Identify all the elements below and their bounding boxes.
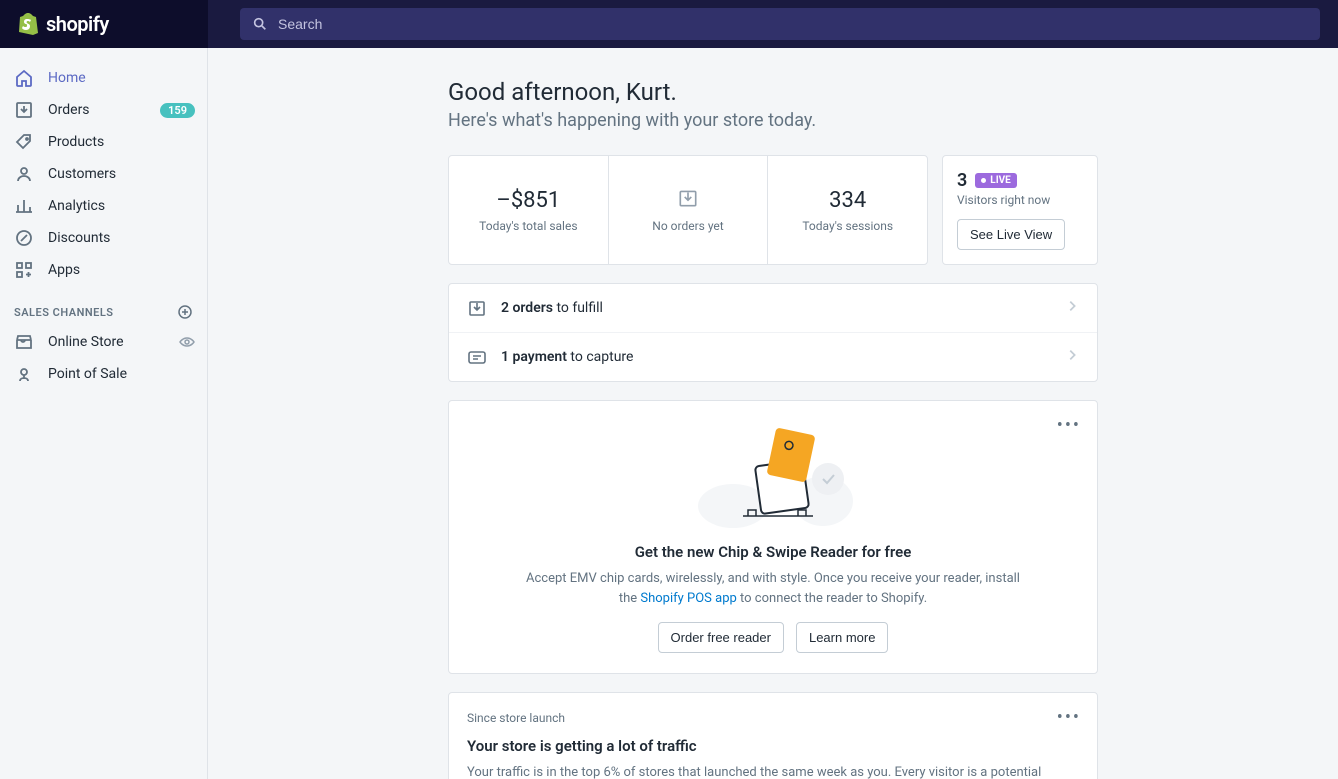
- sidebar: Home Orders 159 Products Customers Analy…: [0, 48, 208, 779]
- task-payment[interactable]: 1 payment to capture: [449, 333, 1097, 381]
- search-box[interactable]: [240, 8, 1320, 40]
- see-live-view-button[interactable]: See Live View: [957, 219, 1065, 250]
- chevron-right-icon: [1065, 299, 1079, 317]
- promo-link[interactable]: Shopify POS app: [640, 591, 736, 606]
- stat-value: –$851: [496, 188, 560, 213]
- sidebar-item-online-store[interactable]: Online Store: [0, 326, 207, 358]
- more-menu-icon[interactable]: •••: [1057, 707, 1081, 728]
- section-title: SALES CHANNELS: [14, 306, 114, 319]
- live-card: 3 LIVE Visitors right now See Live View: [942, 155, 1098, 265]
- add-channel-icon[interactable]: [177, 304, 193, 320]
- live-badge: LIVE: [975, 173, 1017, 188]
- discounts-icon: [14, 228, 34, 248]
- sidebar-item-products[interactable]: Products: [0, 126, 207, 158]
- sidebar-item-customers[interactable]: Customers: [0, 158, 207, 190]
- sidebar-label: Home: [48, 70, 195, 86]
- sales-channels-header: SALES CHANNELS: [0, 286, 207, 326]
- sidebar-label: Products: [48, 134, 195, 150]
- promo-card: ••• Get the new Chip & Swipe Reader for …: [448, 400, 1098, 674]
- more-menu-icon[interactable]: •••: [1057, 415, 1081, 436]
- orders-badge: 159: [160, 103, 195, 118]
- main-content: Good afternoon, Kurt. Here's what's happ…: [208, 48, 1338, 779]
- task-text: 1 payment to capture: [501, 349, 1051, 365]
- stat-sessions[interactable]: 334 Today's sessions: [768, 156, 927, 264]
- search-icon: [252, 16, 268, 32]
- fulfill-icon: [467, 298, 487, 318]
- search-area: [208, 0, 1338, 48]
- inbox-icon: [677, 187, 699, 213]
- stats-card: –$851 Today's total sales No orders yet …: [448, 155, 928, 265]
- orders-icon: [14, 100, 34, 120]
- live-label: Visitors right now: [957, 193, 1083, 207]
- store-icon: [14, 332, 34, 352]
- sidebar-item-orders[interactable]: Orders 159: [0, 94, 207, 126]
- stat-sales[interactable]: –$851 Today's total sales: [449, 156, 609, 264]
- sidebar-item-apps[interactable]: Apps: [0, 254, 207, 286]
- task-text: 2 orders to fulfill: [501, 300, 1051, 316]
- apps-icon: [14, 260, 34, 280]
- pos-icon: [14, 364, 34, 384]
- stat-orders[interactable]: No orders yet: [609, 156, 769, 264]
- stat-label: Today's total sales: [479, 219, 577, 233]
- brand-text: shopify: [46, 12, 109, 36]
- stat-label: Today's sessions: [802, 219, 893, 233]
- promo-title: Get the new Chip & Swipe Reader for free: [469, 543, 1077, 561]
- logo-area[interactable]: shopify: [0, 0, 208, 48]
- products-icon: [14, 132, 34, 152]
- sidebar-label: Customers: [48, 166, 195, 182]
- live-dot-icon: [981, 178, 986, 183]
- learn-more-button[interactable]: Learn more: [796, 622, 888, 653]
- home-icon: [14, 68, 34, 88]
- sidebar-label: Discounts: [48, 230, 195, 246]
- shopify-logo-icon: [16, 12, 38, 36]
- task-fulfill[interactable]: 2 orders to fulfill: [449, 284, 1097, 333]
- analytics-icon: [14, 196, 34, 216]
- promo-desc: Accept EMV chip cards, wirelessly, and w…: [523, 569, 1023, 608]
- sidebar-label: Apps: [48, 262, 195, 278]
- stats-row: –$851 Today's total sales No orders yet …: [448, 155, 1098, 265]
- promo-illustration: [469, 421, 1077, 531]
- traffic-desc: Your traffic is in the top 6% of stores …: [467, 763, 1079, 779]
- sidebar-item-home[interactable]: Home: [0, 62, 207, 94]
- search-input[interactable]: [278, 16, 1308, 32]
- task-card: 2 orders to fulfill 1 payment to capture: [448, 283, 1098, 382]
- sidebar-label: Point of Sale: [48, 366, 195, 382]
- traffic-card: ••• Since store launch Your store is get…: [448, 692, 1098, 779]
- stat-label: No orders yet: [652, 219, 723, 233]
- subgreeting: Here's what's happening with your store …: [448, 110, 1098, 131]
- traffic-since: Since store launch: [467, 711, 1079, 725]
- sidebar-label: Analytics: [48, 198, 195, 214]
- customers-icon: [14, 164, 34, 184]
- live-count: 3: [957, 170, 967, 191]
- stat-value: 334: [829, 188, 866, 213]
- sidebar-label: Orders: [48, 102, 146, 118]
- sidebar-label: Online Store: [48, 334, 165, 350]
- chevron-right-icon: [1065, 348, 1079, 366]
- payment-icon: [467, 347, 487, 367]
- topbar: shopify: [0, 0, 1338, 48]
- sidebar-item-analytics[interactable]: Analytics: [0, 190, 207, 222]
- sidebar-item-pos[interactable]: Point of Sale: [0, 358, 207, 390]
- order-reader-button[interactable]: Order free reader: [658, 622, 784, 653]
- eye-icon[interactable]: [179, 334, 195, 350]
- sidebar-item-discounts[interactable]: Discounts: [0, 222, 207, 254]
- greeting: Good afternoon, Kurt.: [448, 78, 1098, 106]
- traffic-title: Your store is getting a lot of traffic: [467, 737, 1079, 755]
